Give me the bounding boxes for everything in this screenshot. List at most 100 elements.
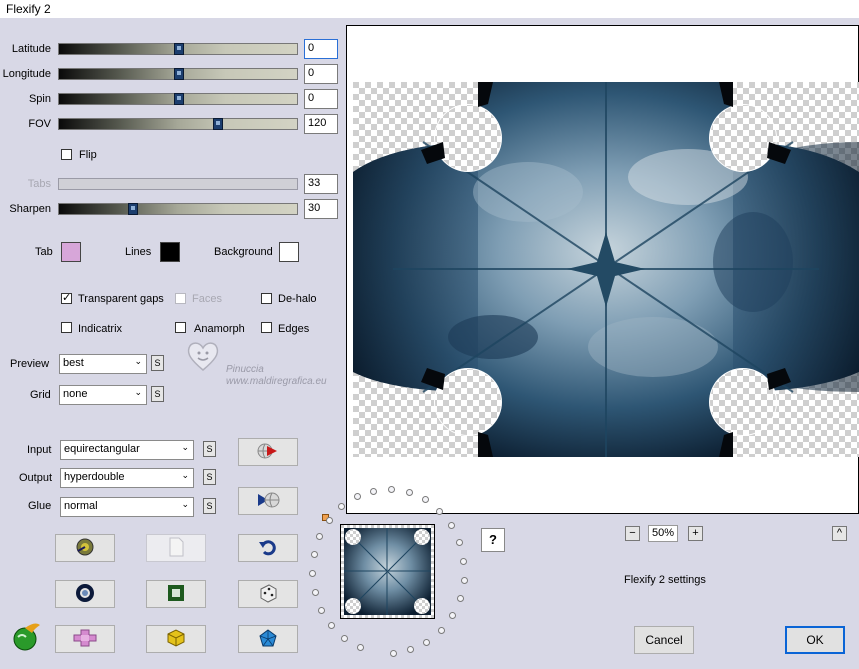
tabs-value-field[interactable]: 33 <box>304 174 338 194</box>
blank-page-button[interactable] <box>146 534 206 562</box>
frame-button[interactable] <box>146 580 206 608</box>
tabs-label: Tabs <box>27 178 51 190</box>
preset-dot[interactable] <box>390 650 397 657</box>
globe-play-icon <box>257 442 279 463</box>
tab-color-label: Tab <box>35 246 53 258</box>
preview-select[interactable]: best ⌄ <box>59 354 147 374</box>
spin-label: Spin <box>28 93 51 105</box>
preset-dot[interactable] <box>407 646 414 653</box>
preview-s-button[interactable]: S <box>151 355 164 371</box>
indicatrix-label: Indicatrix <box>78 323 123 335</box>
anamorph-label: Anamorph <box>194 323 245 335</box>
zoom-in-button[interactable]: + <box>688 526 703 541</box>
preset-dot[interactable] <box>328 622 335 629</box>
ring-button[interactable] <box>55 580 115 608</box>
preset-dot[interactable] <box>357 644 364 651</box>
preset-dot[interactable] <box>354 493 361 500</box>
preset-dot[interactable] <box>406 489 413 496</box>
preset-dot[interactable] <box>341 635 348 642</box>
spin-slider-handle[interactable] <box>174 93 184 105</box>
sharpen-slider-handle[interactable] <box>128 203 138 215</box>
preset-dot[interactable] <box>461 577 468 584</box>
cube-button[interactable] <box>146 625 206 653</box>
puzzle-icon <box>72 628 98 651</box>
preset-dot[interactable] <box>316 533 323 540</box>
latitude-slider-handle[interactable] <box>174 43 184 55</box>
preset-dot[interactable] <box>338 503 345 510</box>
input-select-value: equirectangular <box>64 443 140 455</box>
latitude-value-field[interactable]: 0 <box>304 39 338 59</box>
spin-slider[interactable] <box>58 93 298 105</box>
open-file-icon <box>75 537 95 560</box>
glue-s-button[interactable]: S <box>203 498 216 514</box>
flip-checkbox[interactable] <box>61 149 72 160</box>
preset-dot[interactable] <box>438 627 445 634</box>
longitude-slider-handle[interactable] <box>174 68 184 80</box>
input-s-button[interactable]: S <box>203 441 216 457</box>
longitude-label: Longitude <box>2 68 51 80</box>
input-select[interactable]: equirectangular ⌄ <box>60 440 194 460</box>
dice-icon <box>258 583 278 606</box>
tab-color-swatch[interactable] <box>61 242 81 262</box>
preset-dot[interactable] <box>436 508 443 515</box>
anamorph-checkbox[interactable] <box>175 322 186 333</box>
chevron-down-icon: ⌄ <box>134 388 142 398</box>
preset-dot[interactable] <box>312 589 319 596</box>
pentagon-button[interactable] <box>238 625 298 653</box>
grid-select[interactable]: none ⌄ <box>59 385 147 405</box>
grid-s-button[interactable]: S <box>151 386 164 402</box>
preview-pane[interactable] <box>346 25 859 514</box>
preset-dot[interactable] <box>422 496 429 503</box>
ring-icon <box>75 583 95 606</box>
ok-button[interactable]: OK <box>785 626 845 654</box>
spin-value-field[interactable]: 0 <box>304 89 338 109</box>
fov-slider[interactable] <box>58 118 298 130</box>
edges-checkbox[interactable] <box>261 322 272 333</box>
transparent-gaps-checkbox[interactable] <box>61 291 72 304</box>
indicatrix-checkbox[interactable] <box>61 322 72 333</box>
sharpen-slider[interactable] <box>58 203 298 215</box>
help-button[interactable]: ? <box>481 528 505 552</box>
fov-slider-handle[interactable] <box>213 118 223 130</box>
undo-button[interactable] <box>238 534 298 562</box>
preset-dot[interactable] <box>456 539 463 546</box>
latitude-label: Latitude <box>11 43 51 55</box>
title-bar: Flexify 2 <box>0 0 859 18</box>
cancel-button[interactable]: Cancel <box>634 626 694 654</box>
preset-dot[interactable] <box>326 517 333 524</box>
zoom-out-button[interactable]: − <box>625 526 640 541</box>
preset-dot[interactable] <box>370 488 377 495</box>
lines-color-swatch[interactable] <box>160 242 180 262</box>
preset-dot[interactable] <box>448 522 455 529</box>
output-select[interactable]: hyperdouble ⌄ <box>60 468 194 488</box>
preset-dot[interactable] <box>460 558 467 565</box>
preset-dot[interactable] <box>388 486 395 493</box>
latitude-slider[interactable] <box>58 43 298 55</box>
glue-select[interactable]: normal ⌄ <box>60 497 194 517</box>
puzzle-button[interactable] <box>55 625 115 653</box>
blank-page-icon <box>168 537 184 560</box>
collapse-button[interactable]: ^ <box>832 526 847 541</box>
preset-dot[interactable] <box>309 570 316 577</box>
sharpen-label: Sharpen <box>9 203 51 215</box>
output-s-button[interactable]: S <box>203 469 216 485</box>
fov-value-field[interactable]: 120 <box>304 114 338 134</box>
dehalo-checkbox[interactable] <box>261 293 272 304</box>
settings-label: Flexify 2 settings <box>624 574 706 586</box>
globe-forward-button[interactable] <box>238 487 298 515</box>
longitude-slider[interactable] <box>58 68 298 80</box>
output-select-value: hyperdouble <box>64 471 125 483</box>
sharpen-value-field[interactable]: 30 <box>304 199 338 219</box>
longitude-value-field[interactable]: 0 <box>304 64 338 84</box>
glue-select-value: normal <box>64 500 98 512</box>
preset-dot[interactable] <box>318 607 325 614</box>
dice-button[interactable] <box>238 580 298 608</box>
preset-dot[interactable] <box>311 551 318 558</box>
globe-play-button[interactable] <box>238 438 298 466</box>
preset-dot[interactable] <box>423 639 430 646</box>
preset-thumbnail[interactable] <box>340 524 435 619</box>
background-color-swatch[interactable] <box>279 242 299 262</box>
preset-dot[interactable] <box>449 612 456 619</box>
preset-dot[interactable] <box>457 595 464 602</box>
open-file-button[interactable] <box>55 534 115 562</box>
